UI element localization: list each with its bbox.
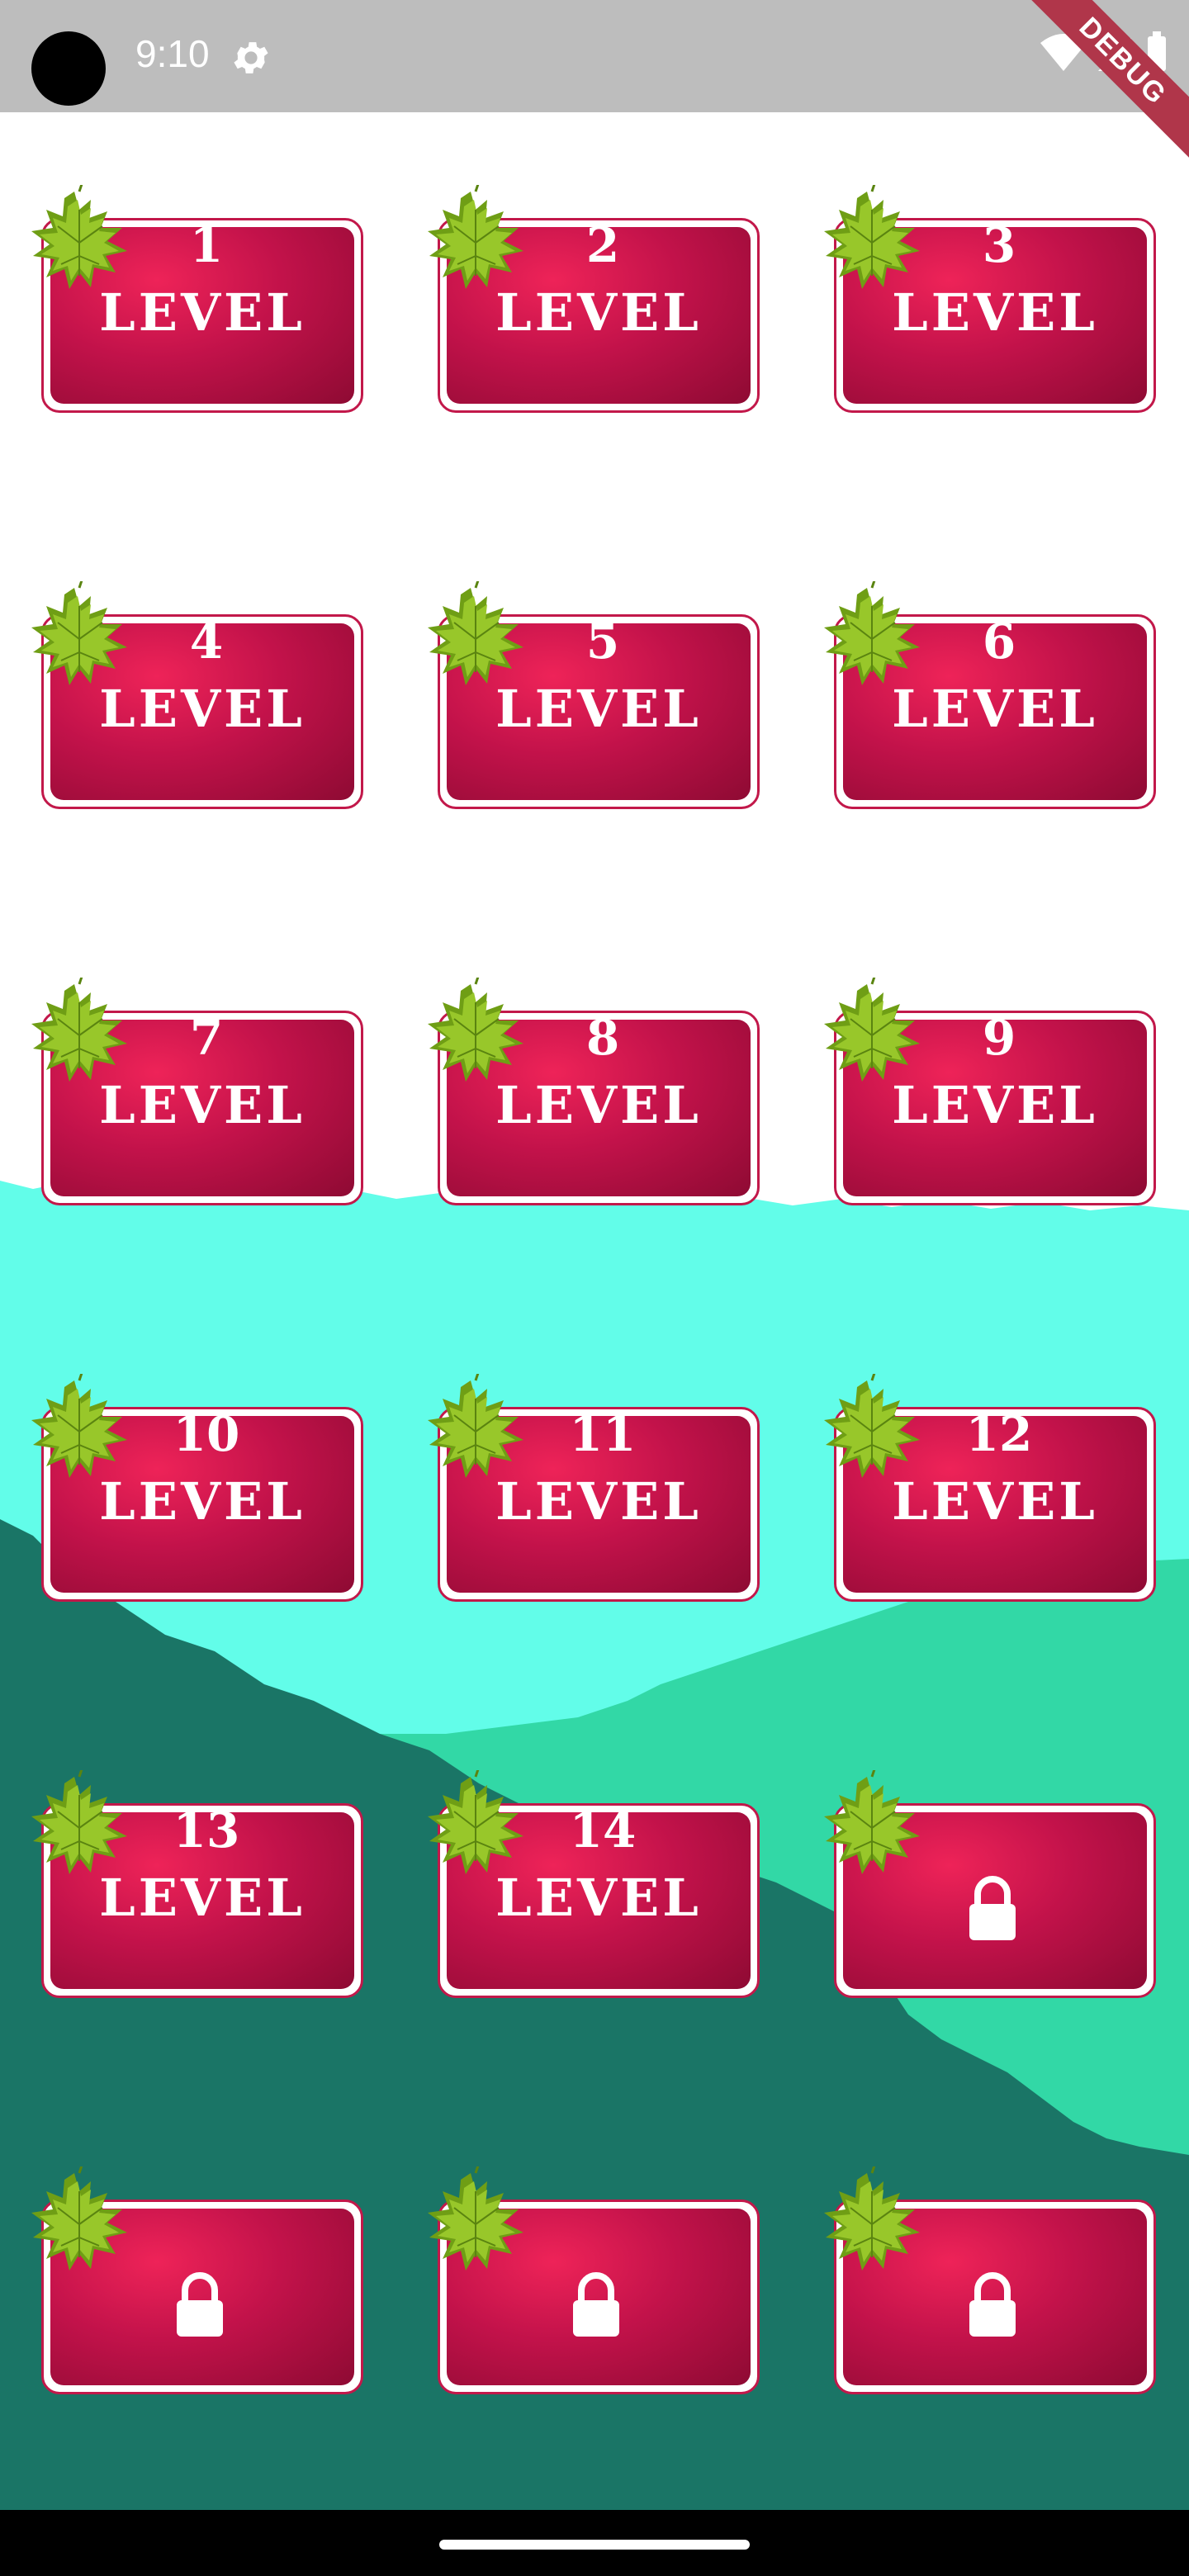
level-card-12[interactable]: 12 LEVEL: [817, 1374, 1156, 1602]
lock-icon: [969, 2272, 1016, 2337]
lock-icon: [573, 2272, 619, 2337]
level-grid: 1 LEVEL 2 LEVEL 3 LEVEL 4 LEVEL 5 LEVEL …: [0, 0, 1189, 2510]
maple-leaf-icon: [30, 1374, 129, 1480]
lock-icon: [177, 2272, 223, 2337]
camera-cutout: [31, 31, 106, 106]
level-card-8[interactable]: 8 LEVEL: [421, 978, 760, 1205]
level-card-6[interactable]: 6 LEVEL: [817, 581, 1156, 809]
level-card-7[interactable]: 7 LEVEL: [25, 978, 363, 1205]
level-card-16-locked[interactable]: [25, 2166, 363, 2394]
maple-leaf-icon: [426, 581, 525, 687]
gear-icon: [234, 42, 268, 73]
status-time: 9:10: [135, 32, 210, 75]
level-card-17-locked[interactable]: [421, 2166, 760, 2394]
level-card-11[interactable]: 11 LEVEL: [421, 1374, 760, 1602]
navigation-bar: [0, 2510, 1189, 2576]
maple-leaf-icon: [30, 978, 129, 1083]
level-card-15-locked[interactable]: [817, 1770, 1156, 1998]
level-card-4[interactable]: 4 LEVEL: [25, 581, 363, 809]
maple-leaf-icon: [822, 2166, 921, 2272]
maple-leaf-icon: [822, 185, 921, 291]
maple-leaf-icon: [426, 1770, 525, 1876]
level-card-2[interactable]: 2 LEVEL: [421, 185, 760, 413]
maple-leaf-icon: [426, 2166, 525, 2272]
maple-leaf-icon: [822, 1770, 921, 1876]
home-gesture-handle[interactable]: [439, 2540, 750, 2550]
maple-leaf-icon: [426, 185, 525, 291]
maple-leaf-icon: [426, 978, 525, 1083]
maple-leaf-icon: [30, 581, 129, 687]
level-card-10[interactable]: 10 LEVEL: [25, 1374, 363, 1602]
level-card-13[interactable]: 13 LEVEL: [25, 1770, 363, 1998]
maple-leaf-icon: [30, 2166, 129, 2272]
maple-leaf-icon: [822, 978, 921, 1083]
maple-leaf-icon: [822, 1374, 921, 1480]
maple-leaf-icon: [822, 581, 921, 687]
maple-leaf-icon: [30, 185, 129, 291]
level-card-14[interactable]: 14 LEVEL: [421, 1770, 760, 1998]
level-card-1[interactable]: 1 LEVEL: [25, 185, 363, 413]
lock-icon: [969, 1876, 1016, 1940]
level-card-18-locked[interactable]: [817, 2166, 1156, 2394]
level-card-5[interactable]: 5 LEVEL: [421, 581, 760, 809]
status-bar: 9:10: [0, 0, 1189, 112]
maple-leaf-icon: [30, 1770, 129, 1876]
maple-leaf-icon: [426, 1374, 525, 1480]
level-card-9[interactable]: 9 LEVEL: [817, 978, 1156, 1205]
level-card-3[interactable]: 3 LEVEL: [817, 185, 1156, 413]
